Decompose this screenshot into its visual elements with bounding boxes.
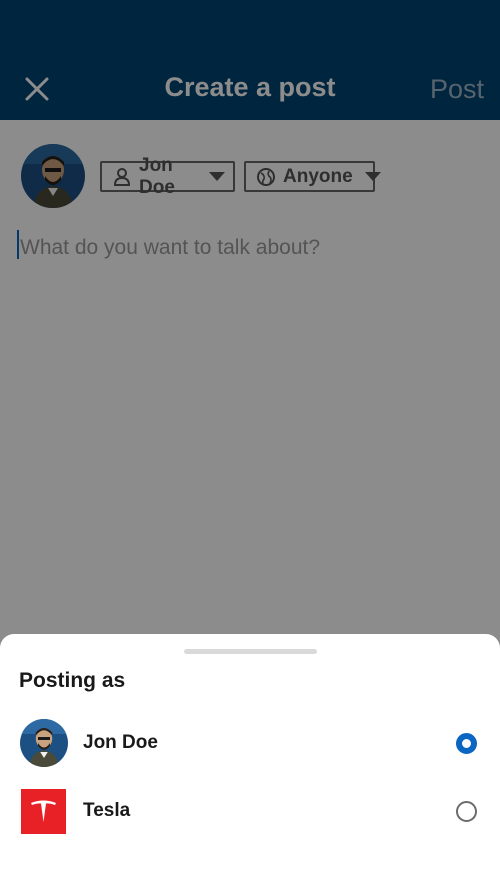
posting-as-sheet: Posting as Jon Doe Tesla [0,634,500,889]
option-label: Jon Doe [83,732,158,753]
drag-handle[interactable] [184,649,317,654]
posting-option-tesla[interactable]: Tesla [0,786,500,846]
radio-selected[interactable] [456,733,477,754]
tesla-logo-icon [21,789,66,834]
posting-option-jon-doe[interactable]: Jon Doe [0,718,500,778]
sheet-title: Posting as [19,669,126,692]
radio-unselected[interactable] [456,801,477,822]
option-label: Tesla [83,800,131,821]
avatar [20,719,68,767]
